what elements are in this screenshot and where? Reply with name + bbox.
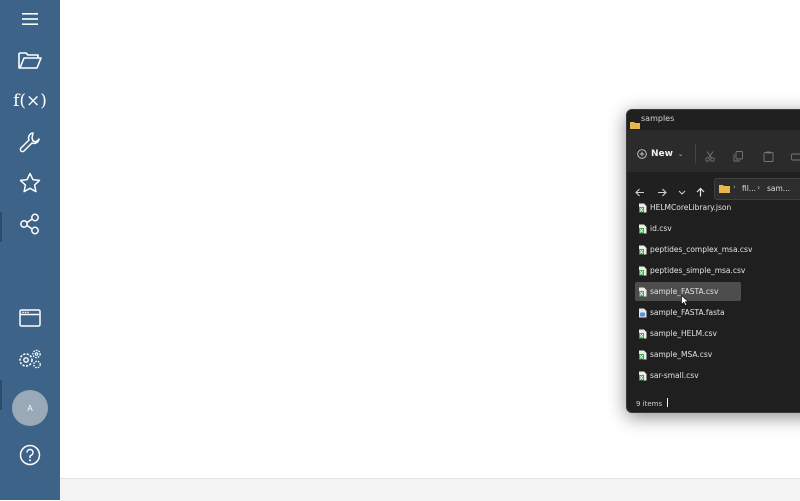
sidebar-edge-marker bbox=[0, 212, 2, 242]
file-name: sample_MSA.csv bbox=[650, 350, 712, 359]
text-caret bbox=[667, 398, 668, 407]
item-count-status: 9 items bbox=[636, 400, 662, 408]
cut-icon[interactable] bbox=[705, 147, 715, 166]
left-sidebar: f(×) A bbox=[0, 0, 60, 500]
browser-window-icon[interactable] bbox=[10, 302, 50, 334]
folder-icon bbox=[719, 184, 730, 195]
menu-icon[interactable] bbox=[10, 3, 50, 35]
csv-file-icon bbox=[638, 224, 647, 234]
new-button-label: New bbox=[651, 149, 673, 159]
settings-gears-icon[interactable] bbox=[10, 343, 50, 375]
file-list-item[interactable]: sar-small.csv bbox=[635, 366, 745, 385]
chevron-down-icon: ⌄ bbox=[678, 151, 683, 158]
function-icon-label: f(×) bbox=[13, 91, 47, 111]
breadcrumb-item[interactable]: fil... bbox=[742, 184, 756, 193]
wrench-icon[interactable] bbox=[10, 126, 50, 158]
file-name: sar-small.csv bbox=[650, 371, 699, 380]
json-file-icon bbox=[638, 203, 647, 213]
new-button[interactable]: New ⌄ bbox=[637, 147, 683, 161]
explorer-toolbar: New ⌄ bbox=[627, 130, 800, 173]
csv-file-icon bbox=[638, 350, 647, 360]
status-bar bbox=[60, 478, 800, 501]
folder-open-icon[interactable] bbox=[10, 44, 50, 76]
file-list-item[interactable]: sample_FASTA.fasta bbox=[635, 303, 745, 322]
file-list-item[interactable]: peptides_complex_msa.csv bbox=[635, 240, 745, 259]
star-icon[interactable] bbox=[10, 167, 50, 199]
file-list-item[interactable]: HELMCoreLibrary.json bbox=[635, 198, 745, 217]
file-name: HELMCoreLibrary.json bbox=[650, 203, 731, 212]
explorer-titlebar[interactable]: samples bbox=[627, 110, 800, 130]
file-name: sample_FASTA.fasta bbox=[650, 308, 725, 317]
sidebar-edge-marker-2 bbox=[0, 380, 2, 410]
plus-circle-icon bbox=[637, 149, 647, 159]
mouse-cursor-icon bbox=[681, 295, 689, 306]
csv-file-icon bbox=[638, 287, 647, 297]
file-list: HELMCoreLibrary.json id.csv peptides_compl… bbox=[635, 198, 745, 387]
toolbar-divider bbox=[695, 144, 696, 164]
address-bar[interactable]: › fil... › sam... bbox=[714, 178, 800, 200]
fasta-file-icon bbox=[638, 308, 647, 318]
csv-file-icon bbox=[638, 329, 647, 339]
file-name: peptides_simple_msa.csv bbox=[650, 266, 745, 275]
copy-icon[interactable] bbox=[733, 147, 743, 166]
file-list-item[interactable]: peptides_simple_msa.csv bbox=[635, 261, 745, 280]
file-list-item[interactable]: sample_HELM.csv bbox=[635, 324, 745, 343]
help-icon[interactable] bbox=[10, 439, 50, 471]
avatar-label: A bbox=[27, 404, 32, 413]
breadcrumb-item[interactable]: sam... bbox=[767, 184, 790, 193]
file-list-item[interactable]: id.csv bbox=[635, 219, 745, 238]
breadcrumb-separator: › bbox=[757, 183, 760, 192]
file-name: id.csv bbox=[650, 224, 672, 233]
share-icon[interactable] bbox=[10, 208, 50, 240]
paste-icon[interactable] bbox=[763, 147, 774, 166]
window-title: samples bbox=[641, 114, 674, 123]
csv-file-icon bbox=[638, 245, 647, 255]
file-explorer-window[interactable]: samples New ⌄ bbox=[626, 109, 800, 413]
csv-file-icon bbox=[638, 266, 647, 276]
avatar[interactable]: A bbox=[12, 390, 48, 426]
chevron-right-icon: › bbox=[733, 183, 736, 191]
rename-icon[interactable] bbox=[791, 147, 800, 166]
function-icon[interactable]: f(×) bbox=[10, 85, 50, 117]
file-name: sample_HELM.csv bbox=[650, 329, 717, 338]
file-name: peptides_complex_msa.csv bbox=[650, 245, 752, 254]
csv-file-icon bbox=[638, 371, 647, 381]
file-list-item[interactable]: sample_MSA.csv bbox=[635, 345, 745, 364]
